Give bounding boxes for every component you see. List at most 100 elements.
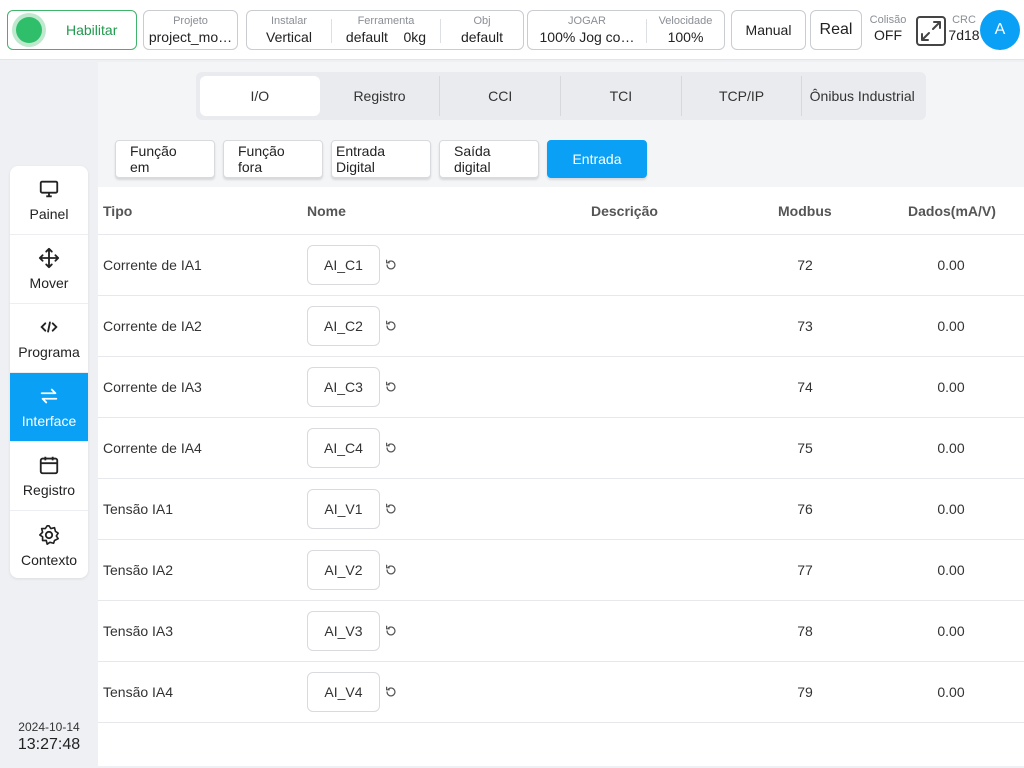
enable-label: Habilitar [66, 22, 118, 38]
code-icon [40, 321, 58, 333]
installation-panel: Instalar Vertical Ferramenta default 0kg… [246, 10, 524, 50]
tipo-text: Tensão IA2 [103, 562, 174, 578]
install-field[interactable]: Instalar Vertical [247, 15, 331, 46]
table-row: Corrente de IA2 AI_C2 73 0.00 [98, 296, 1024, 357]
table-row: Corrente de IA3 AI_C3 74 0.00 [98, 357, 1024, 418]
tipo-text: Corrente de IA4 [103, 440, 202, 456]
cell-modbus: 74 [778, 357, 832, 417]
data-value: 0.00 [937, 501, 965, 517]
cell-dados: 0.00 [908, 418, 994, 478]
sidebar-item-mover[interactable]: Mover [10, 235, 88, 304]
subtab-saida-digital[interactable]: Saída digital [439, 140, 539, 178]
sidebar-item-interface[interactable]: Interface [10, 373, 88, 442]
cell-dados: 0.00 [908, 296, 994, 356]
table-row: Corrente de IA4 AI_C4 75 0.00 [98, 418, 1024, 479]
cell-tipo: Tensão IA1 [103, 479, 173, 539]
datetime: 2024-10-14 13:27:48 [10, 720, 88, 754]
header-nome: Nome [307, 202, 346, 219]
name-input[interactable]: AI_V4 [307, 672, 380, 712]
reset-icon[interactable] [384, 441, 398, 455]
sidebar: Painel Mover Programa Interface Registro… [10, 166, 88, 578]
cell-descricao [591, 479, 751, 539]
status-indicator-icon [16, 17, 42, 43]
manual-button[interactable]: Manual [731, 10, 806, 50]
cell-descricao [591, 540, 751, 600]
reset-icon[interactable] [384, 685, 398, 699]
expand-icon[interactable] [916, 16, 946, 46]
table-row: Tensão IA2 AI_V2 77 0.00 [98, 540, 1024, 601]
swap-arrows-icon [40, 388, 58, 404]
cell-modbus: 77 [778, 540, 832, 600]
cell-modbus: 78 [778, 601, 832, 661]
name-input[interactable]: AI_C4 [307, 428, 380, 468]
sidebar-item-painel[interactable]: Painel [10, 166, 88, 235]
cell-dados: 0.00 [908, 662, 994, 722]
sidebar-item-label: Contexto [20, 551, 78, 568]
subtab-funcao-fora[interactable]: Função fora [223, 140, 323, 178]
tab-registro[interactable]: Registro [320, 76, 440, 116]
data-value: 0.00 [937, 440, 965, 456]
cell-dados: 0.00 [908, 235, 994, 295]
cell-descricao [591, 662, 751, 722]
tipo-text: Tensão IA3 [103, 623, 174, 639]
reset-icon[interactable] [384, 624, 398, 638]
cell-tipo: Corrente de IA3 [103, 357, 202, 417]
cell-descricao [591, 296, 751, 356]
calendar-icon [39, 456, 59, 475]
header-modbus: Modbus [778, 202, 832, 219]
real-button[interactable]: Real [810, 10, 862, 50]
cell-dados: 0.00 [908, 479, 994, 539]
date-text: 2024-10-14 [18, 720, 80, 734]
tab-onibus-industrial[interactable]: Ônibus Industrial [802, 76, 922, 116]
cell-tipo: Corrente de IA1 [103, 235, 202, 295]
reset-icon[interactable] [384, 563, 398, 577]
name-input[interactable]: AI_V2 [307, 550, 380, 590]
tab-cci[interactable]: CCI [440, 76, 560, 116]
avatar[interactable]: A [980, 10, 1020, 50]
sidebar-item-programa[interactable]: Programa [10, 304, 88, 373]
reset-icon[interactable] [384, 258, 398, 272]
name-input[interactable]: AI_C3 [307, 367, 380, 407]
object-value: default [460, 29, 504, 45]
name-input[interactable]: AI_V3 [307, 611, 380, 651]
name-value: AI_V2 [324, 562, 363, 578]
reset-icon[interactable] [384, 380, 398, 394]
name-input[interactable]: AI_C1 [307, 245, 380, 285]
tool-field[interactable]: Ferramenta default 0kg [332, 15, 440, 46]
speed-field[interactable]: Velocidade 100% [647, 15, 724, 46]
tab-io[interactable]: I/O [200, 76, 320, 116]
cell-descricao [591, 601, 751, 661]
reset-icon[interactable] [384, 502, 398, 516]
reset-icon[interactable] [384, 319, 398, 333]
tab-tcp-ip[interactable]: TCP/IP [682, 76, 802, 116]
tipo-text: Tensão IA4 [103, 684, 174, 700]
cell-nome: AI_C3 [307, 357, 398, 417]
project-selector[interactable]: Projeto project_mo… [143, 10, 238, 50]
speed-key: Velocidade [658, 15, 713, 27]
tab-tci[interactable]: TCI [561, 76, 681, 116]
subtab-entrada-digital[interactable]: Entrada Digital [331, 140, 431, 178]
tipo-text: Tensão IA1 [103, 501, 174, 517]
sidebar-item-contexto[interactable]: Contexto [10, 511, 88, 578]
cell-nome: AI_C1 [307, 235, 398, 295]
name-input[interactable]: AI_C2 [307, 306, 380, 346]
data-value: 0.00 [937, 318, 965, 334]
install-value: Vertical [266, 29, 312, 45]
data-value: 0.00 [937, 257, 965, 273]
name-input[interactable]: AI_V1 [307, 489, 380, 529]
subtab-entrada[interactable]: Entrada [547, 140, 647, 178]
sidebar-item-registro[interactable]: Registro [10, 442, 88, 511]
modbus-value: 72 [797, 257, 813, 273]
cell-nome: AI_C2 [307, 296, 398, 356]
enable-button[interactable]: Habilitar [7, 10, 137, 50]
jog-field[interactable]: JOGAR 100% Jog co… [528, 15, 646, 46]
object-field[interactable]: Obj default [441, 15, 523, 46]
name-value: AI_V3 [324, 623, 363, 639]
subtab-funcao-em[interactable]: Função em [115, 140, 215, 178]
cell-tipo: Tensão IA4 [103, 662, 173, 722]
header-dados: Dados(mA/V) [908, 202, 996, 219]
name-value: AI_V4 [324, 684, 363, 700]
header-tipo: Tipo [103, 202, 133, 219]
table-row: Tensão IA4 AI_V4 79 0.00 [98, 662, 1024, 723]
cell-dados: 0.00 [908, 601, 994, 661]
